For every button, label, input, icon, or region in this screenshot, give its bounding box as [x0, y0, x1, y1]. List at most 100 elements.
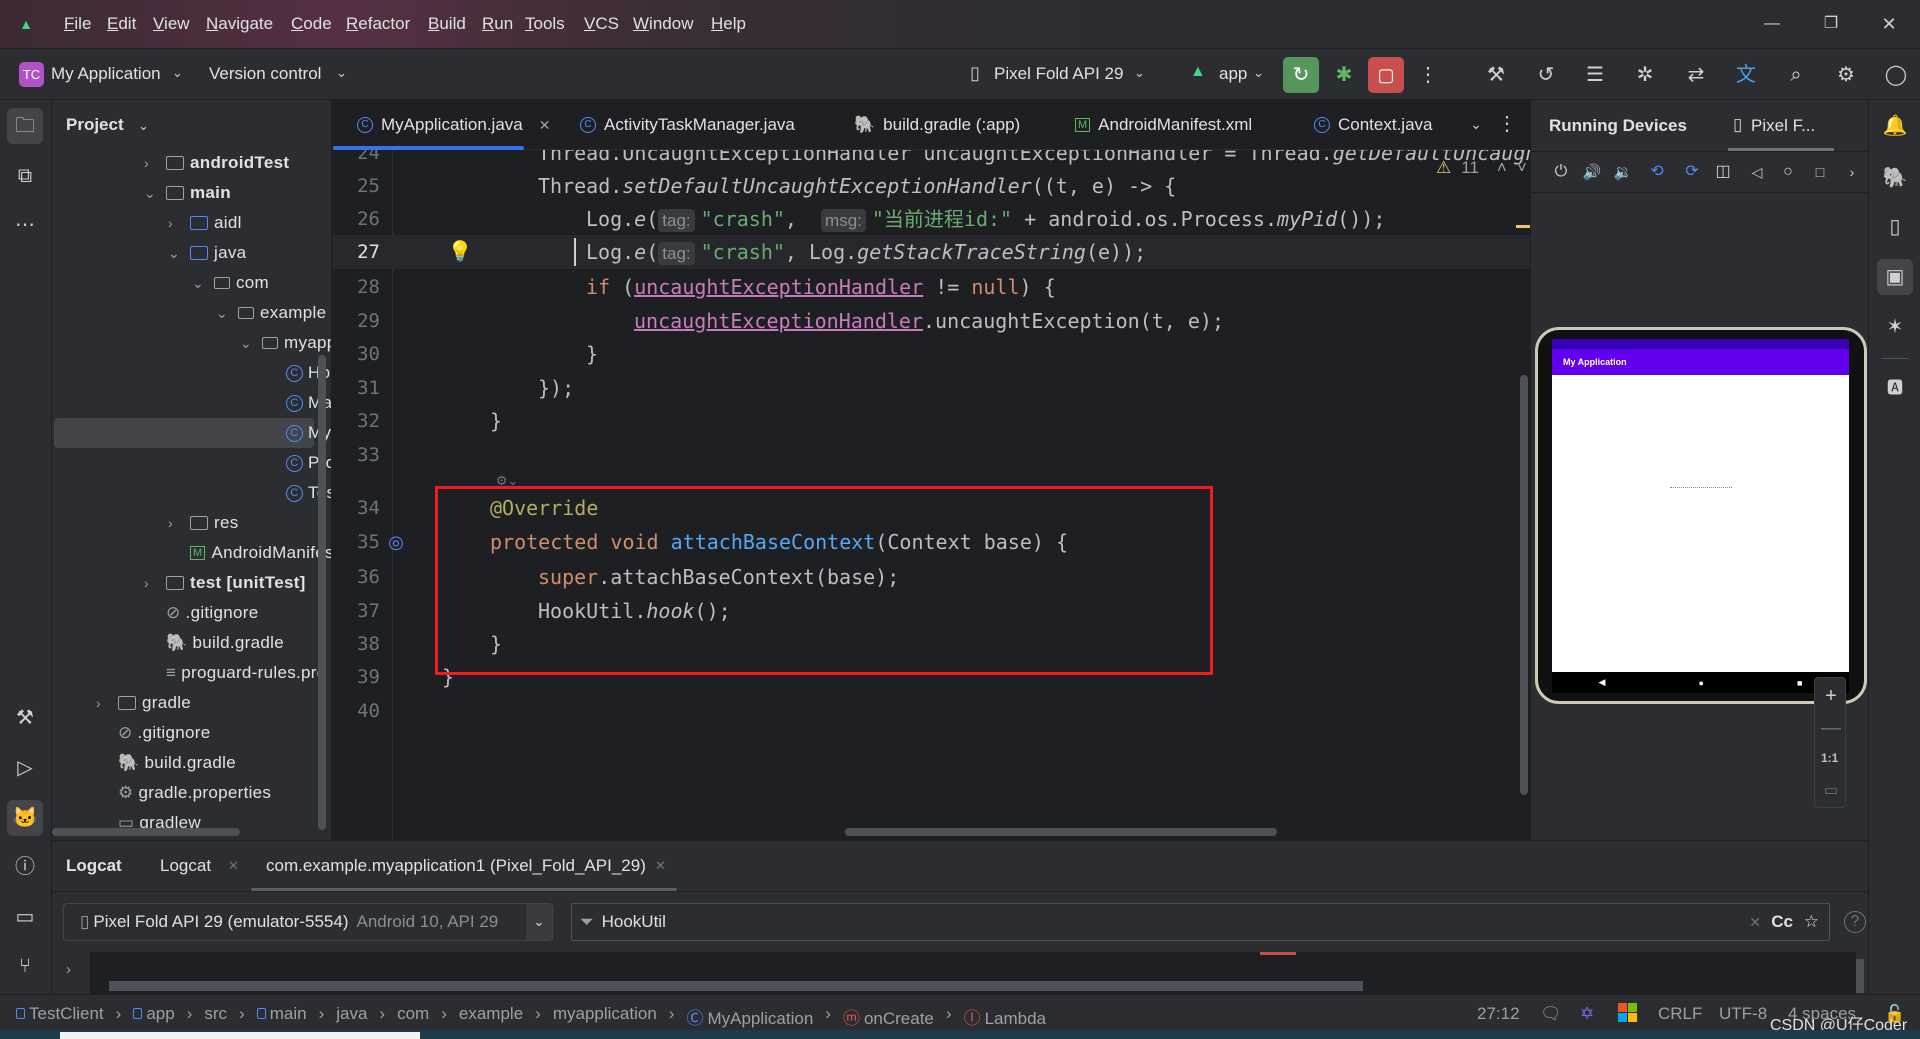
code-line[interactable]: 24 Thread.UncaughtExceptionHandler uncaug… [332, 150, 1530, 170]
tree-item[interactable]: ⚙ gradle.properties [118, 778, 271, 808]
breadcrumb-item[interactable]: ⓛ Lambda [964, 1004, 1046, 1029]
tree-item[interactable]: ≡ proguard-rules.pro [166, 658, 327, 688]
settings-gear-icon[interactable]: ⚙ [1833, 62, 1859, 88]
project-panel-title[interactable]: Project [66, 115, 124, 135]
menu-help[interactable]: Help [711, 14, 746, 34]
code-line[interactable]: 31}); [332, 371, 1530, 405]
rotate-left-icon[interactable]: ⟲ [1647, 160, 1667, 184]
rerun-button[interactable]: ↻ [1283, 57, 1319, 93]
tree-item[interactable]: MAndroidManifest.xml [190, 538, 331, 568]
menu-refactor[interactable]: Refactor [346, 14, 410, 34]
tabs-more-icon[interactable]: ⋮ [1497, 114, 1517, 134]
more-tools-icon[interactable]: ⋯ [7, 207, 43, 243]
tree-item[interactable]: › gradle [96, 688, 191, 718]
breadcrumb-item[interactable]: main [256, 1004, 307, 1029]
inspection-widget[interactable]: ⚠ 11 ˄ ˅ [1436, 158, 1527, 178]
translate-icon[interactable]: 文 [1733, 62, 1759, 88]
close-tab-icon[interactable]: ✕ [228, 858, 239, 874]
apply-changes-icon[interactable]: ↺ [1533, 62, 1559, 88]
git-branch-icon[interactable]: ⑂ [7, 948, 43, 984]
tree-item[interactable]: CMyApplication [54, 418, 331, 448]
breadcrumb-item[interactable]: src [204, 1004, 227, 1029]
problems-icon[interactable]: ⓘ [7, 849, 43, 885]
project-selector[interactable]: My Application [51, 64, 161, 84]
menu-window[interactable]: Window [633, 14, 693, 34]
tree-item[interactable]: › aidl [168, 208, 242, 238]
previous-highlight-icon[interactable]: ˄ [1497, 158, 1507, 178]
code-line[interactable]: 28 if (uncaughtExceptionHandler != null) … [332, 270, 1530, 304]
build-icon[interactable]: ⚒ [7, 700, 43, 736]
chevron-right-icon[interactable]: › [168, 215, 173, 231]
logcat-filter-input[interactable]: ⏷ HookUtil ✕ Cc ☆ [571, 903, 1830, 941]
chevron-down-icon[interactable]: ⌄ [168, 245, 180, 262]
tab-context-java[interactable]: C Context.java [1314, 100, 1433, 150]
sync-list-icon[interactable]: ☰ [1582, 62, 1608, 88]
expand-chevron-icon[interactable]: › [66, 961, 71, 978]
menu-edit[interactable]: Edit [107, 14, 136, 34]
windows-logo-icon[interactable] [1618, 1003, 1637, 1022]
volume-down-icon[interactable]: 🔉 [1613, 160, 1633, 184]
code-line[interactable]: 27 Log.e(tag: "crash", Log.getStackTraceSt… [332, 235, 1530, 269]
nav-back-icon[interactable]: ◀ [1599, 677, 1606, 688]
chevron-right-icon[interactable]: › [144, 575, 149, 591]
device-manager-icon[interactable]: ▯ [1877, 209, 1913, 245]
minimize-icon[interactable]: — [1760, 12, 1784, 36]
tab-activitytaskmanager-java[interactable]: C ActivityTaskManager.java [580, 100, 795, 150]
lightbulb-icon[interactable]: 💡 [448, 240, 473, 264]
breadcrumb-item[interactable]: com [397, 1004, 429, 1029]
tree-item[interactable]: 🐘 build.gradle [118, 748, 236, 778]
device-screen[interactable]: My Application ◀ ● ■ [1552, 339, 1849, 693]
tree-item[interactable]: ⊘ .gitignore [166, 598, 258, 628]
help-icon[interactable]: ? [1844, 911, 1866, 933]
menu-navigate[interactable]: Navigate [206, 14, 273, 34]
chevron-down-icon[interactable]: ⌄ [144, 185, 156, 202]
device-tab-pixel-fold[interactable]: Pixel F... [1751, 116, 1815, 136]
file-encoding[interactable]: UTF-8 [1719, 1004, 1767, 1024]
tree-vertical-scrollbar[interactable] [318, 355, 326, 830]
logcat-icon[interactable]: 🐱 [7, 800, 43, 836]
tree-item[interactable]: ⌄ example [216, 298, 326, 328]
tab-androidmanifest-xml[interactable]: M AndroidManifest.xml [1075, 100, 1252, 150]
code-line[interactable]: 30} [332, 337, 1530, 371]
gemini-icon[interactable]: ✶ [1877, 309, 1913, 345]
logcat-tab-app-process[interactable]: com.example.myapplication1 (Pixel_Fold_A… [266, 856, 646, 876]
code-line[interactable]: 25 Thread.setDefaultUncaughtExceptionHand… [332, 169, 1530, 203]
gradle-elephant-icon[interactable]: 🐘 [1877, 160, 1913, 196]
line-separator[interactable]: CRLF [1658, 1004, 1702, 1024]
menu-code[interactable]: Code [291, 14, 332, 34]
debug-icon[interactable]: ✱ [1331, 62, 1357, 88]
logcat-tab-logcat[interactable]: Logcat [160, 856, 211, 876]
chevron-right-icon[interactable]: › [96, 695, 101, 711]
tree-item[interactable]: ⌄ java [168, 238, 246, 268]
override-gutter-icon[interactable]: ◎ [384, 530, 408, 554]
menu-build[interactable]: Build [428, 14, 466, 34]
tab-myapplication-java[interactable]: C MyApplication.java ✕ [357, 100, 550, 150]
close-tab-icon[interactable]: ✕ [539, 117, 551, 134]
editor-horizontal-scrollbar[interactable] [845, 828, 1277, 836]
power-icon[interactable]: ⏻ [1551, 160, 1571, 184]
tree-item[interactable]: › res [168, 508, 239, 538]
resource-manager-icon[interactable]: ⧉ [7, 158, 43, 194]
menu-view[interactable]: View [153, 14, 190, 34]
zoom-fit-icon[interactable]: ▭ [1819, 778, 1843, 802]
code-line[interactable]: 26 Log.e(tag: "crash", msg: "当前进程id:" + and… [332, 202, 1530, 236]
menu-file[interactable]: File [64, 14, 91, 34]
breadcrumb-item[interactable]: Ⓒ MyApplication [686, 1004, 813, 1029]
event-log-icon[interactable]: 🗨 [1540, 1004, 1562, 1024]
code-line[interactable]: 33 [332, 438, 1530, 472]
code-line[interactable]: 32} [332, 404, 1530, 438]
tabs-dropdown-icon[interactable]: ⌄ [1466, 114, 1486, 134]
caret-position[interactable]: 27:12 [1477, 1004, 1520, 1024]
chevron-down-icon[interactable]: ⌄ [192, 275, 204, 292]
attach-debugger-icon[interactable]: ✲ [1632, 62, 1658, 88]
menu-tools[interactable]: Tools [525, 14, 565, 34]
project-folder-icon[interactable]: 🗀 [7, 108, 43, 144]
zoom-in-icon[interactable]: + [1819, 684, 1843, 708]
log-horizontal-scrollbar[interactable] [109, 981, 1363, 991]
breadcrumb-item[interactable]: myapplication [553, 1004, 657, 1029]
breadcrumb-item[interactable]: example [459, 1004, 523, 1029]
tree-item[interactable]: 🐘 build.gradle [166, 628, 284, 658]
tree-item[interactable]: ⌄ main [144, 178, 231, 208]
back-icon[interactable]: ◁ [1747, 160, 1767, 184]
restore-icon[interactable]: ❐ [1819, 12, 1843, 36]
